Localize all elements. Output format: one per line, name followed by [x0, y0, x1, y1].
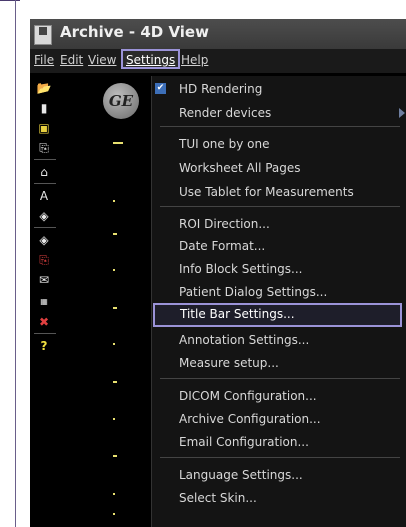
check-icon: ✔	[155, 83, 166, 94]
scale-tick	[113, 513, 115, 515]
frame-line-vertical	[15, 0, 16, 527]
scale-tick	[113, 307, 117, 309]
menu-item-measure-setup[interactable]: Measure setup...	[152, 352, 406, 374]
title-bar: Archive - 4D View	[30, 19, 406, 49]
print-icon[interactable]: ⎘	[36, 141, 52, 155]
menu-item-archive-configuration[interactable]: Archive Configuration...	[152, 408, 406, 430]
save-icon[interactable]: ▣	[36, 121, 52, 135]
toolbar-divider	[34, 183, 56, 184]
image-icon[interactable]: ▦	[36, 295, 52, 309]
help-icon[interactable]: ?	[36, 339, 52, 353]
window-title: Archive - 4D View	[60, 23, 209, 41]
ge-logo: GE	[103, 83, 139, 119]
menu-divider	[160, 457, 400, 458]
text-icon[interactable]: A	[36, 189, 52, 203]
printer-red-icon[interactable]: ⎘	[36, 253, 52, 267]
submenu-arrow-icon	[399, 108, 405, 118]
scale-tick	[113, 381, 117, 383]
menu-item-render-devices[interactable]: Render devices	[152, 102, 406, 124]
scale-tick	[113, 493, 115, 495]
menu-file[interactable]: File	[34, 53, 54, 67]
menu-edit[interactable]: Edit	[60, 53, 83, 67]
menu-item-roi-direction[interactable]: ROI Direction...	[152, 213, 406, 235]
email-icon[interactable]: ✉	[36, 273, 52, 287]
menu-help[interactable]: Help	[181, 53, 208, 67]
menu-divider	[160, 126, 400, 127]
menu-item-language-settings[interactable]: Language Settings...	[152, 464, 406, 486]
menu-item-hd-rendering[interactable]: ✔ HD Rendering	[152, 78, 406, 100]
arrow-left-icon[interactable]: ◈	[36, 233, 52, 247]
frame-line	[0, 0, 20, 5]
menu-item-patient-dialog-settings[interactable]: Patient Dialog Settings...	[152, 281, 406, 303]
delete-icon[interactable]: ✖	[36, 315, 52, 329]
scale-tick	[113, 269, 115, 271]
scale-tick	[113, 418, 115, 420]
menu-divider	[160, 206, 400, 207]
menu-item-select-skin[interactable]: Select Skin...	[152, 487, 406, 509]
settings-dropdown: ✔ HD Rendering Render devices TUI one by…	[151, 76, 406, 527]
scale-tick	[113, 343, 115, 345]
menu-item-info-block-settings[interactable]: Info Block Settings...	[152, 258, 406, 280]
menu-item-dicom-configuration[interactable]: DICOM Configuration...	[152, 385, 406, 407]
menu-item-email-configuration[interactable]: Email Configuration...	[152, 431, 406, 453]
menu-item-date-format[interactable]: Date Format...	[152, 235, 406, 257]
menu-view[interactable]: View	[88, 53, 116, 67]
new-file-icon[interactable]: ▮	[36, 101, 52, 115]
toolbar-divider	[34, 159, 56, 160]
menu-item-annotation-settings[interactable]: Annotation Settings...	[152, 329, 406, 351]
menu-item-use-tablet[interactable]: Use Tablet for Measurements	[152, 181, 406, 203]
home-icon[interactable]: ⌂	[36, 165, 52, 179]
app-icon	[34, 25, 52, 45]
image-viewport[interactable]: GE	[65, 73, 150, 527]
menu-settings[interactable]: Settings	[121, 49, 181, 69]
menu-item-worksheet-all-pages[interactable]: Worksheet All Pages	[152, 157, 406, 179]
open-folder-icon[interactable]: 📂	[36, 81, 52, 95]
arrow-icon[interactable]: ◈	[36, 209, 52, 223]
menu-item-title-bar-settings[interactable]: Title Bar Settings...	[153, 303, 402, 327]
menu-item-tui-one-by-one[interactable]: TUI one by one	[152, 133, 406, 155]
scale-tick	[113, 142, 123, 144]
menu-divider	[160, 378, 400, 379]
toolbar-divider	[34, 227, 56, 228]
side-toolbar: 📂 ▮ ▣ ⎘ ⌂ A ◈ ◈ ⎘ ✉ ▦ ✖ ?	[30, 73, 60, 527]
scale-tick	[113, 200, 115, 202]
scale-tick	[113, 233, 117, 235]
scale-tick	[113, 455, 117, 457]
menu-bar: File Edit View Settings Help	[30, 49, 406, 73]
toolbar-divider	[34, 333, 56, 334]
